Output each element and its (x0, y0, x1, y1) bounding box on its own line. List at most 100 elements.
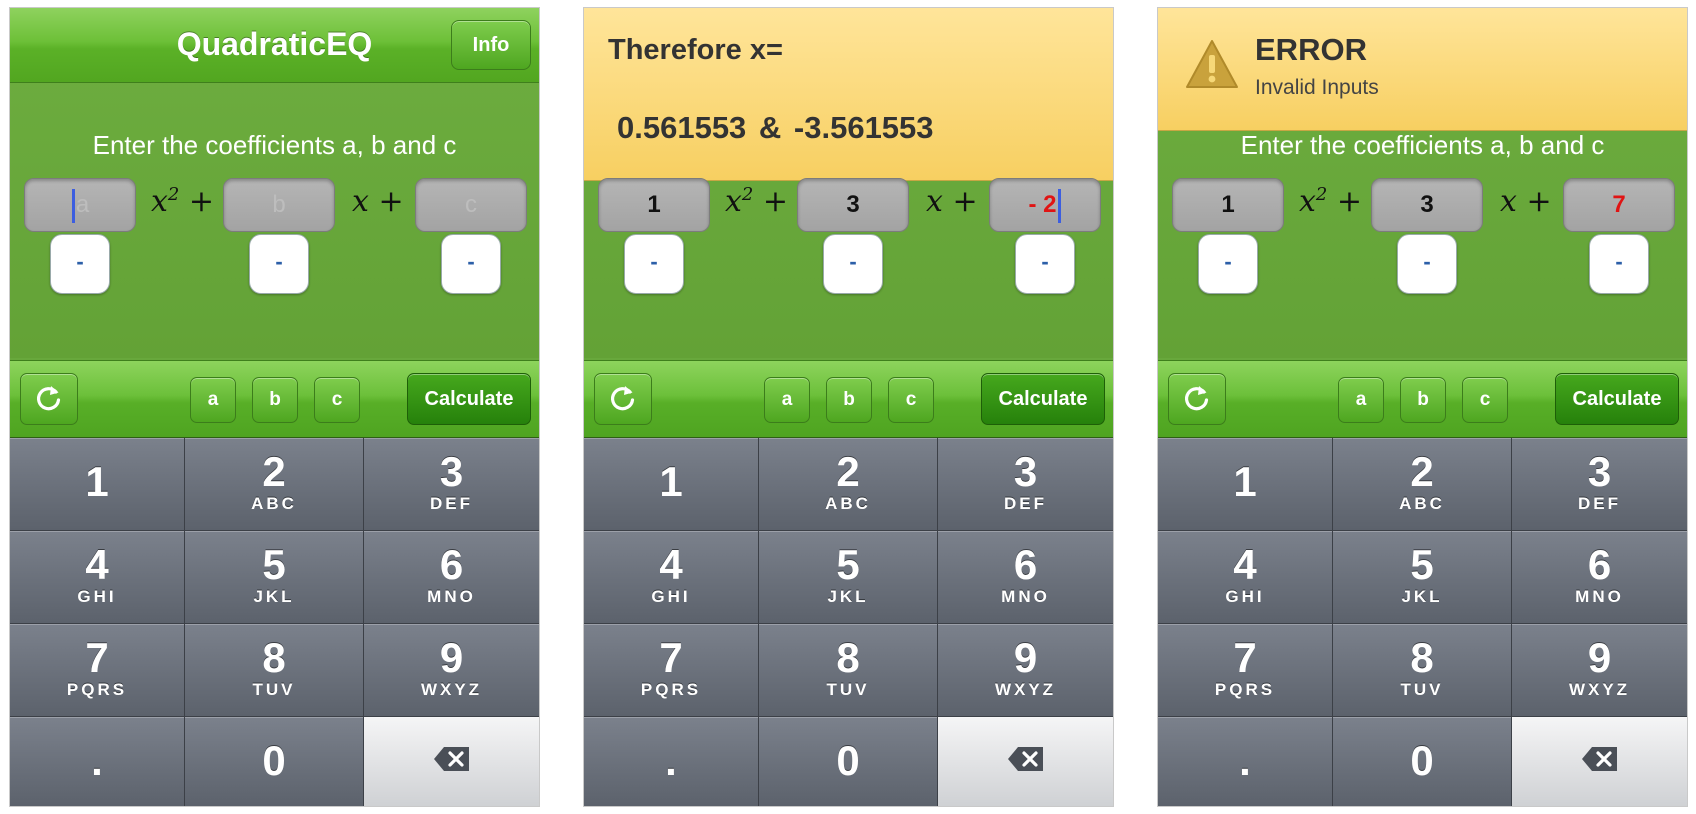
select-b-button[interactable]: b (1400, 377, 1446, 423)
coefficient-a-field[interactable]: 1 (1172, 178, 1284, 232)
select-b-button[interactable]: b (252, 377, 298, 423)
text-caret (71, 188, 75, 223)
backspace-icon (1007, 747, 1043, 771)
select-a-button[interactable]: a (190, 377, 236, 423)
x-term: x + (352, 184, 404, 219)
select-c-button[interactable]: c (888, 377, 934, 423)
delete-key[interactable] (938, 717, 1113, 806)
screen-result: Therefore x= 0.561553 & -3.561553 1 x2 +… (584, 8, 1113, 806)
result-title: Therefore x= (608, 34, 783, 66)
coefficient-a-field[interactable]: 1 (598, 178, 710, 232)
key-decimal[interactable]: . (584, 717, 759, 806)
key-6[interactable]: 6 MNO (938, 531, 1113, 624)
select-c-button[interactable]: c (314, 377, 360, 423)
delete-key[interactable] (1512, 717, 1687, 806)
input-toolbar: a b c Calculate (1158, 360, 1687, 438)
select-b-button[interactable]: b (826, 377, 872, 423)
refresh-icon (1185, 386, 1209, 411)
coefficient-a-placeholder: a (75, 191, 90, 218)
backspace-icon (1581, 747, 1617, 771)
key-3[interactable]: 3 DEF (938, 438, 1113, 531)
refresh-button[interactable] (20, 373, 78, 425)
negate-c-button[interactable]: - (441, 234, 501, 294)
delete-key[interactable] (364, 717, 539, 806)
key-2[interactable]: 2 ABC (759, 438, 938, 531)
key-5[interactable]: 5 JKL (185, 531, 364, 624)
coefficient-c-field[interactable]: 7 (1563, 178, 1675, 232)
select-c-button[interactable]: c (1462, 377, 1508, 423)
warning-icon (1186, 40, 1238, 88)
key-9[interactable]: 9 WXYZ (938, 624, 1113, 717)
key-0[interactable]: 0 (1333, 717, 1512, 806)
calculate-button[interactable]: Calculate (407, 373, 531, 425)
x-term: x + (926, 184, 978, 219)
key-8[interactable]: 8 TUV (185, 624, 364, 717)
key-5[interactable]: 5 JKL (759, 531, 938, 624)
navigation-bar: QuadraticEQ Info (10, 8, 539, 83)
negate-a-button[interactable]: - (50, 234, 110, 294)
negate-a-button[interactable]: - (624, 234, 684, 294)
result-values: 0.561553 & -3.561553 (617, 110, 934, 145)
error-title: ERROR (1255, 32, 1367, 67)
calculate-button[interactable]: Calculate (1555, 373, 1679, 425)
key-7[interactable]: 7 PQRS (584, 624, 759, 717)
x-term: x + (1500, 184, 1552, 219)
key-3[interactable]: 3 DEF (364, 438, 539, 531)
coefficient-b-field[interactable]: 3 (1371, 178, 1483, 232)
key-9[interactable]: 9 WXYZ (364, 624, 539, 717)
refresh-icon (611, 386, 635, 411)
key-4[interactable]: 4 GHI (584, 531, 759, 624)
key-4[interactable]: 4 GHI (1158, 531, 1333, 624)
key-1[interactable]: 1 (1158, 438, 1333, 531)
instruction-text: Enter the coefficients a, b and c (92, 130, 457, 160)
key-6[interactable]: 6 MNO (364, 531, 539, 624)
coefficient-c-field[interactable]: c (415, 178, 527, 232)
key-6[interactable]: 6 MNO (1512, 531, 1687, 624)
key-0[interactable]: 0 (185, 717, 364, 806)
key-3[interactable]: 3 DEF (1512, 438, 1687, 531)
key-decimal[interactable]: . (10, 717, 185, 806)
select-a-button[interactable]: a (1338, 377, 1384, 423)
coefficient-b-field[interactable]: b (223, 178, 335, 232)
refresh-icon (37, 386, 61, 411)
key-8[interactable]: 8 TUV (759, 624, 938, 717)
negate-c-button[interactable]: - (1589, 234, 1649, 294)
refresh-button[interactable] (594, 373, 652, 425)
key-decimal[interactable]: . (1158, 717, 1333, 806)
key-1[interactable]: 1 (10, 438, 185, 531)
numeric-keypad: 1 2 ABC 3 DEF 4 GHI 5 JKL 6 MNO 7 PQRS 8 TUV 9W… (584, 438, 1113, 806)
numeric-keypad: 1 2 ABC 3 DEF 4 GHI 5 JKL 6 MNO 7 PQRS 8 TUV 9W… (10, 438, 539, 806)
key-4[interactable]: 4 GHI (10, 531, 185, 624)
coefficient-b-field[interactable]: 3 (797, 178, 909, 232)
result-banner: Therefore x= 0.561553 & -3.561553 (584, 8, 1113, 181)
x-squared-term: x2 + (725, 184, 789, 219)
coefficient-c-value: - 2 (1028, 191, 1057, 218)
key-0[interactable]: 0 (759, 717, 938, 806)
key-1[interactable]: 1 (584, 438, 759, 531)
key-7[interactable]: 7 PQRS (10, 624, 185, 717)
coefficient-a-field[interactable]: a (24, 178, 136, 232)
x-squared-term: x2 + (151, 184, 215, 219)
key-8[interactable]: 8 TUV (1333, 624, 1512, 717)
error-message: Invalid Inputs (1255, 76, 1379, 99)
negate-b-button[interactable]: - (249, 234, 309, 294)
key-9[interactable]: 9 WXYZ (1512, 624, 1687, 717)
key-2[interactable]: 2 ABC (1333, 438, 1512, 531)
screen-input: QuadraticEQ Info Enter the coefficients … (10, 8, 539, 806)
negate-c-button[interactable]: - (1015, 234, 1075, 294)
input-toolbar: a b c Calculate (10, 360, 539, 438)
info-button[interactable]: Info (451, 20, 531, 70)
input-toolbar: a b c Calculate (584, 360, 1113, 438)
negate-b-button[interactable]: - (823, 234, 883, 294)
key-7[interactable]: 7 PQRS (1158, 624, 1333, 717)
numeric-keypad: 1 2 ABC 3 DEF 4 GHI 5 JKL 6 MNO 7 PQRS 8 TUV 9W… (1158, 438, 1687, 806)
key-2[interactable]: 2 ABC (185, 438, 364, 531)
coefficient-c-field[interactable]: - 2 (989, 178, 1101, 232)
backspace-icon (433, 747, 469, 771)
select-a-button[interactable]: a (764, 377, 810, 423)
refresh-button[interactable] (1168, 373, 1226, 425)
key-5[interactable]: 5 JKL (1333, 531, 1512, 624)
negate-b-button[interactable]: - (1397, 234, 1457, 294)
calculate-button[interactable]: Calculate (981, 373, 1105, 425)
negate-a-button[interactable]: - (1198, 234, 1258, 294)
